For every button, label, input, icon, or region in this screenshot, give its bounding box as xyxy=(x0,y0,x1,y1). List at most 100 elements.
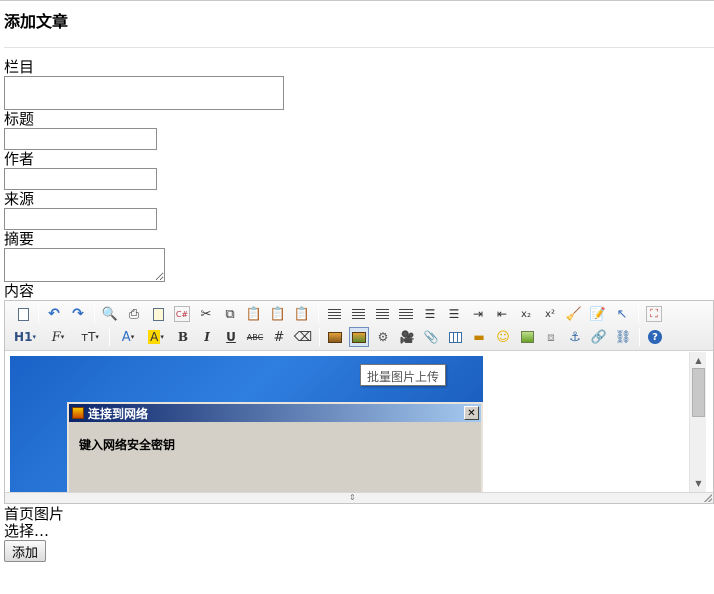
source-label: 来源 xyxy=(4,190,35,208)
chevron-down-icon: ▾ xyxy=(32,333,36,341)
top-border xyxy=(0,0,714,1)
author-input[interactable] xyxy=(4,168,157,190)
align-right-icon[interactable] xyxy=(372,304,392,324)
align-left-icon[interactable] xyxy=(324,304,344,324)
font-size-icon[interactable]: тT ▾ xyxy=(77,327,103,347)
summary-label: 摘要 xyxy=(4,230,35,248)
toolbar-separator xyxy=(38,305,39,323)
underline-icon[interactable]: U xyxy=(221,327,241,347)
rich-text-editor: ↶ ↷ 🔍 ⎙ C# ✂ ⧉ 📋 📋 📋 ☰ ☰ ⇥ ⇤ x₂ x² 🧹 📝 ↖… xyxy=(4,300,714,504)
attachment-icon[interactable]: 📎 xyxy=(421,327,441,347)
horizontal-rule-icon[interactable]: ▬ xyxy=(469,327,489,347)
submit-button[interactable]: 添加 xyxy=(4,540,46,562)
title-input[interactable] xyxy=(4,128,157,150)
toolbar-separator xyxy=(319,328,320,346)
author-label: 作者 xyxy=(4,150,35,168)
redo-icon[interactable]: ↷ xyxy=(68,304,88,324)
source-input[interactable] xyxy=(4,208,157,230)
source-icon[interactable] xyxy=(13,304,33,324)
code-icon[interactable]: C# xyxy=(174,306,190,322)
editor-vertical-scrollbar[interactable]: ▲ ▼ xyxy=(689,352,706,492)
paste-icon[interactable]: 📋 xyxy=(244,304,264,324)
toolbar-separator xyxy=(94,305,95,323)
bold-icon[interactable]: B xyxy=(173,327,193,347)
toolbar-separator xyxy=(638,305,639,323)
italic-icon[interactable]: I xyxy=(197,327,217,347)
font-color-icon[interactable]: A ▾ xyxy=(115,327,141,347)
undo-icon[interactable]: ↶ xyxy=(44,304,64,324)
font-text: F xyxy=(51,329,61,345)
connect-network-dialog: 连接到网络 ✕ 键入网络安全密钥 xyxy=(67,402,483,492)
resize-drag-icon[interactable]: ⇕ xyxy=(349,493,356,503)
preview-icon[interactable]: 🔍 xyxy=(100,304,120,324)
category-field[interactable] xyxy=(4,76,284,110)
table-icon[interactable] xyxy=(445,327,465,347)
remove-format-icon[interactable]: ⌫ xyxy=(293,327,313,347)
cut-icon[interactable]: ✂ xyxy=(196,304,216,324)
title-divider xyxy=(4,47,714,48)
media-icon[interactable]: 🎥 xyxy=(397,327,417,347)
flash-icon[interactable]: ⚙ xyxy=(373,327,393,347)
highlight-color-icon[interactable]: A ▾ xyxy=(143,327,169,347)
emoticon-icon[interactable]: ☺ xyxy=(493,327,513,347)
ordered-list-icon[interactable]: ☰ xyxy=(420,304,440,324)
strikethrough-icon[interactable]: ABC xyxy=(245,327,265,347)
align-justify-icon[interactable] xyxy=(396,304,416,324)
select-all-icon[interactable]: 📝 xyxy=(588,304,608,324)
template-icon[interactable] xyxy=(148,304,168,324)
dialog-caption: 连接到网络 xyxy=(69,404,481,422)
print-icon[interactable]: ⎙ xyxy=(124,304,144,324)
resize-grip-icon[interactable] xyxy=(704,494,712,502)
link-icon[interactable]: 🔗 xyxy=(589,327,609,347)
paste-word-icon[interactable]: 📋 xyxy=(292,304,312,324)
heading-text: H1 xyxy=(14,330,33,344)
align-center-icon[interactable] xyxy=(348,304,368,324)
unordered-list-icon[interactable]: ☰ xyxy=(444,304,464,324)
copy-icon[interactable]: ⧉ xyxy=(220,304,240,324)
image-icon[interactable] xyxy=(325,327,345,347)
category-label: 栏目 xyxy=(4,58,35,76)
chevron-down-icon: ▾ xyxy=(95,333,99,341)
font-family-icon[interactable]: F ▾ xyxy=(45,327,71,347)
toolbar-separator xyxy=(318,305,319,323)
clear-format-icon[interactable]: 🧹 xyxy=(564,304,584,324)
paste-text-icon[interactable]: 📋 xyxy=(268,304,288,324)
chevron-down-icon: ▾ xyxy=(160,333,164,341)
outdent-icon[interactable]: ⇤ xyxy=(492,304,512,324)
line-height-icon[interactable]: # xyxy=(269,327,289,347)
anchor-icon[interactable]: ⚓ xyxy=(565,327,585,347)
dialog-text: 键入网络安全密钥 xyxy=(79,438,176,452)
unlink-icon[interactable]: ⛓ xyxy=(613,327,633,347)
scroll-thumb[interactable] xyxy=(692,368,705,417)
size-text: тT xyxy=(81,330,96,344)
heading-icon[interactable]: H1 ▾ xyxy=(11,327,39,347)
cover-image-label: 首页图片 xyxy=(4,505,65,523)
editor-content-area[interactable]: 连接到网络 ✕ 键入网络安全密钥 批量图片上传 xyxy=(5,352,713,492)
template-image-icon[interactable] xyxy=(517,327,537,347)
pointer-icon[interactable]: ↖ xyxy=(612,304,632,324)
file-select-button[interactable]: 选择… xyxy=(4,522,49,540)
content-label: 内容 xyxy=(4,282,35,300)
multi-image-upload-tooltip: 批量图片上传 xyxy=(360,364,447,386)
superscript-icon[interactable]: x² xyxy=(540,304,560,324)
dialog-close-icon: ✕ xyxy=(464,406,479,420)
editor-statusbar: ⇕ xyxy=(5,492,713,503)
dialog-title: 连接到网络 xyxy=(88,406,149,421)
toolbar-separator xyxy=(639,328,640,346)
summary-textarea[interactable] xyxy=(4,248,165,282)
multi-image-icon[interactable] xyxy=(349,327,369,347)
page-break-icon[interactable]: ⧈ xyxy=(541,327,561,347)
scroll-up-icon[interactable]: ▲ xyxy=(690,352,707,369)
help-icon[interactable]: ? xyxy=(645,327,665,347)
indent-icon[interactable]: ⇥ xyxy=(468,304,488,324)
editor-toolbar: ↶ ↷ 🔍 ⎙ C# ✂ ⧉ 📋 📋 📋 ☰ ☰ ⇥ ⇤ x₂ x² 🧹 📝 ↖… xyxy=(5,301,713,351)
highlight-text: A xyxy=(148,330,161,344)
toolbar-separator xyxy=(109,328,110,346)
fullscreen-icon[interactable]: ⛶ xyxy=(646,306,662,322)
page-title: 添加文章 xyxy=(4,12,69,31)
network-icon xyxy=(72,407,84,419)
color-text: A xyxy=(121,329,131,345)
help-text: ? xyxy=(648,330,662,344)
scroll-down-icon[interactable]: ▼ xyxy=(690,475,707,492)
subscript-icon[interactable]: x₂ xyxy=(516,304,536,324)
